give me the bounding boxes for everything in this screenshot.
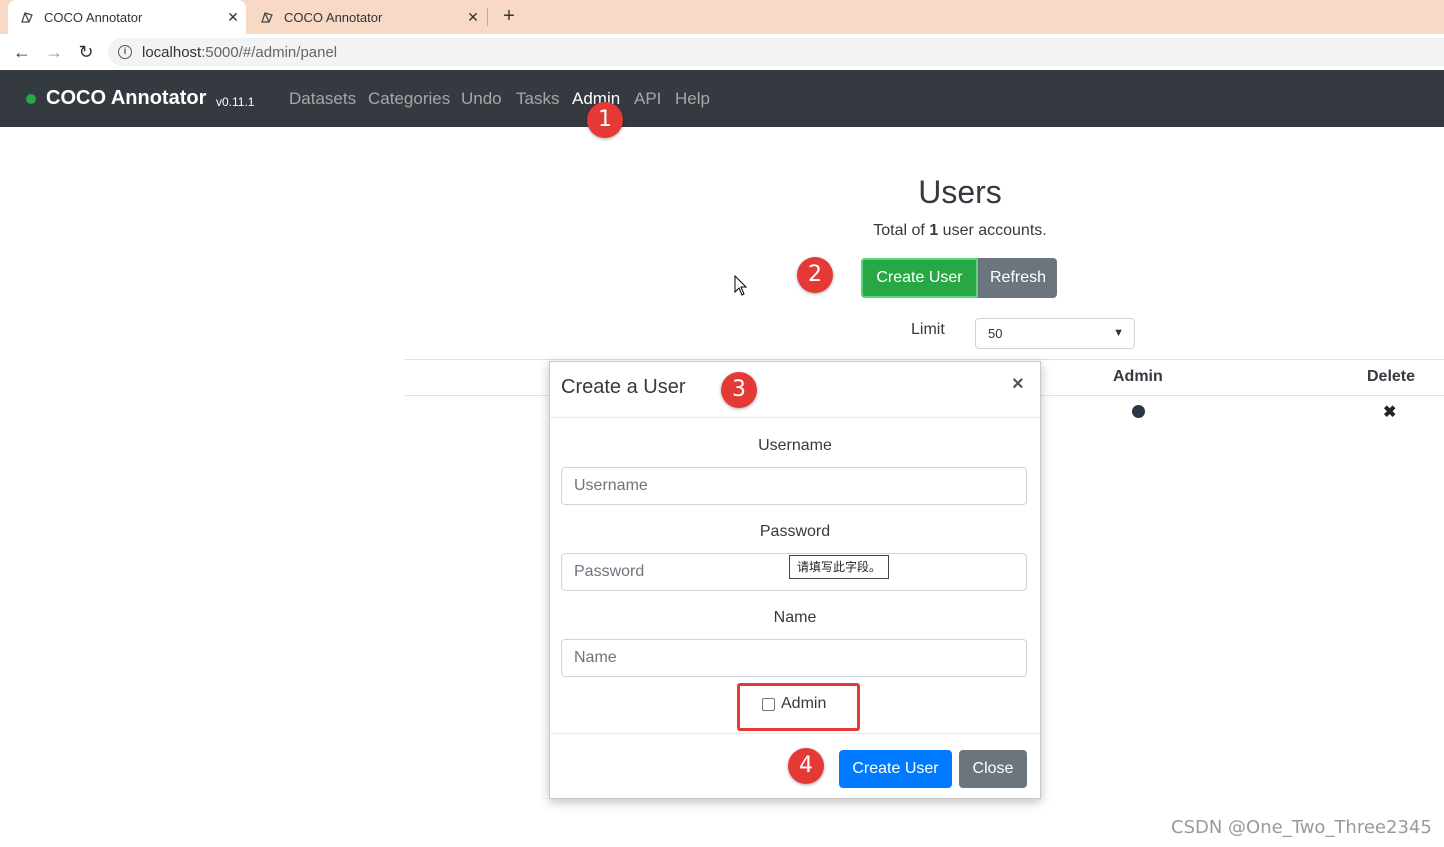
delete-icon[interactable]: ✖ bbox=[1383, 402, 1396, 422]
page-title: Users bbox=[918, 174, 1002, 210]
tab-separator bbox=[487, 8, 488, 26]
step-marker-1: 1 bbox=[587, 102, 623, 138]
tab-title: COCO Annotator bbox=[44, 9, 143, 25]
browser-tab-active[interactable]: COCO Annotator ✕ bbox=[8, 0, 246, 34]
admin-status-icon bbox=[1132, 405, 1145, 418]
modal-header: Create a User × bbox=[550, 362, 1040, 418]
refresh-button[interactable]: Refresh bbox=[978, 258, 1057, 298]
column-header-delete[interactable]: Delete bbox=[1367, 368, 1415, 386]
total-prefix: Total of bbox=[873, 222, 930, 239]
table-top-border bbox=[405, 359, 1444, 360]
password-label: Password bbox=[759, 523, 831, 540]
nav-link-help[interactable]: Help bbox=[675, 89, 710, 109]
modal-close-button[interactable]: Close bbox=[959, 750, 1027, 788]
create-user-modal: Create a User × Username Password 请填写此字段… bbox=[549, 361, 1041, 799]
url-host: localhost bbox=[142, 43, 202, 61]
username-field[interactable] bbox=[561, 467, 1027, 505]
watermark: CSDN @One_Two_Three2345 bbox=[1171, 817, 1432, 838]
step-marker-3: 3 bbox=[721, 372, 757, 408]
user-actions: Create User Refresh bbox=[861, 258, 1057, 298]
limit-value: 50 bbox=[988, 326, 1003, 341]
admin-checkbox-label[interactable]: Admin bbox=[781, 695, 826, 713]
status-dot-icon bbox=[26, 94, 36, 104]
brand-title[interactable]: COCO Annotator bbox=[46, 87, 206, 110]
modal-create-user-button[interactable]: Create User bbox=[839, 750, 952, 788]
name-label: Name bbox=[773, 609, 817, 626]
name-field[interactable] bbox=[561, 639, 1027, 677]
url-field[interactable]: i localhost:5000/#/admin/panel bbox=[108, 38, 1444, 66]
nav-link-categories[interactable]: Categories bbox=[368, 89, 450, 109]
address-bar: ← → ↻ i localhost:5000/#/admin/panel bbox=[0, 34, 1444, 70]
url-path: :5000/#/admin/panel bbox=[201, 43, 338, 61]
create-user-button[interactable]: Create User bbox=[861, 258, 978, 298]
limit-select[interactable]: 50 ▼ bbox=[975, 318, 1135, 349]
column-header-admin[interactable]: Admin bbox=[1113, 368, 1163, 386]
nav-link-datasets[interactable]: Datasets bbox=[289, 89, 356, 109]
chevron-down-icon: ▼ bbox=[1113, 327, 1124, 339]
app-favicon-icon bbox=[261, 12, 273, 23]
admin-checkbox[interactable] bbox=[762, 698, 775, 711]
info-icon[interactable]: i bbox=[118, 45, 132, 59]
close-icon[interactable]: × bbox=[1012, 373, 1024, 396]
plus-icon[interactable]: + bbox=[498, 6, 520, 28]
browser-tab-bar: COCO Annotator ✕ COCO Annotator ✕ + bbox=[0, 0, 1444, 34]
total-count: 1 bbox=[929, 222, 939, 239]
limit-label: Limit bbox=[911, 321, 945, 338]
url-text: localhost:5000/#/admin/panel bbox=[142, 44, 337, 61]
forward-arrow-icon[interactable]: → bbox=[44, 42, 64, 62]
username-label: Username bbox=[758, 437, 832, 454]
back-arrow-icon[interactable]: ← bbox=[12, 42, 32, 62]
app-navbar: COCO Annotator v0.11.1 Datasets Categori… bbox=[0, 70, 1444, 127]
validation-tooltip: 请填写此字段。 bbox=[789, 555, 889, 579]
reload-icon[interactable]: ↻ bbox=[76, 42, 96, 62]
mouse-cursor-icon bbox=[734, 275, 748, 296]
modal-title: Create a User bbox=[561, 376, 686, 398]
step-marker-4: 4 bbox=[788, 748, 824, 784]
total-suffix: user accounts. bbox=[938, 222, 1047, 239]
nav-link-tasks[interactable]: Tasks bbox=[516, 89, 559, 109]
browser-tab-inactive[interactable]: COCO Annotator ✕ bbox=[248, 0, 486, 34]
tab-title: COCO Annotator bbox=[284, 9, 383, 25]
user-count-text: Total of 1 user accounts. bbox=[830, 222, 1090, 240]
step-marker-2: 2 bbox=[797, 257, 833, 293]
nav-link-api[interactable]: API bbox=[634, 89, 661, 109]
tab-close-icon[interactable]: ✕ bbox=[220, 9, 246, 26]
app-favicon-icon bbox=[21, 12, 33, 23]
version-label: v0.11.1 bbox=[216, 95, 255, 109]
tab-close-icon[interactable]: ✕ bbox=[460, 9, 486, 26]
nav-link-undo[interactable]: Undo bbox=[461, 89, 502, 109]
